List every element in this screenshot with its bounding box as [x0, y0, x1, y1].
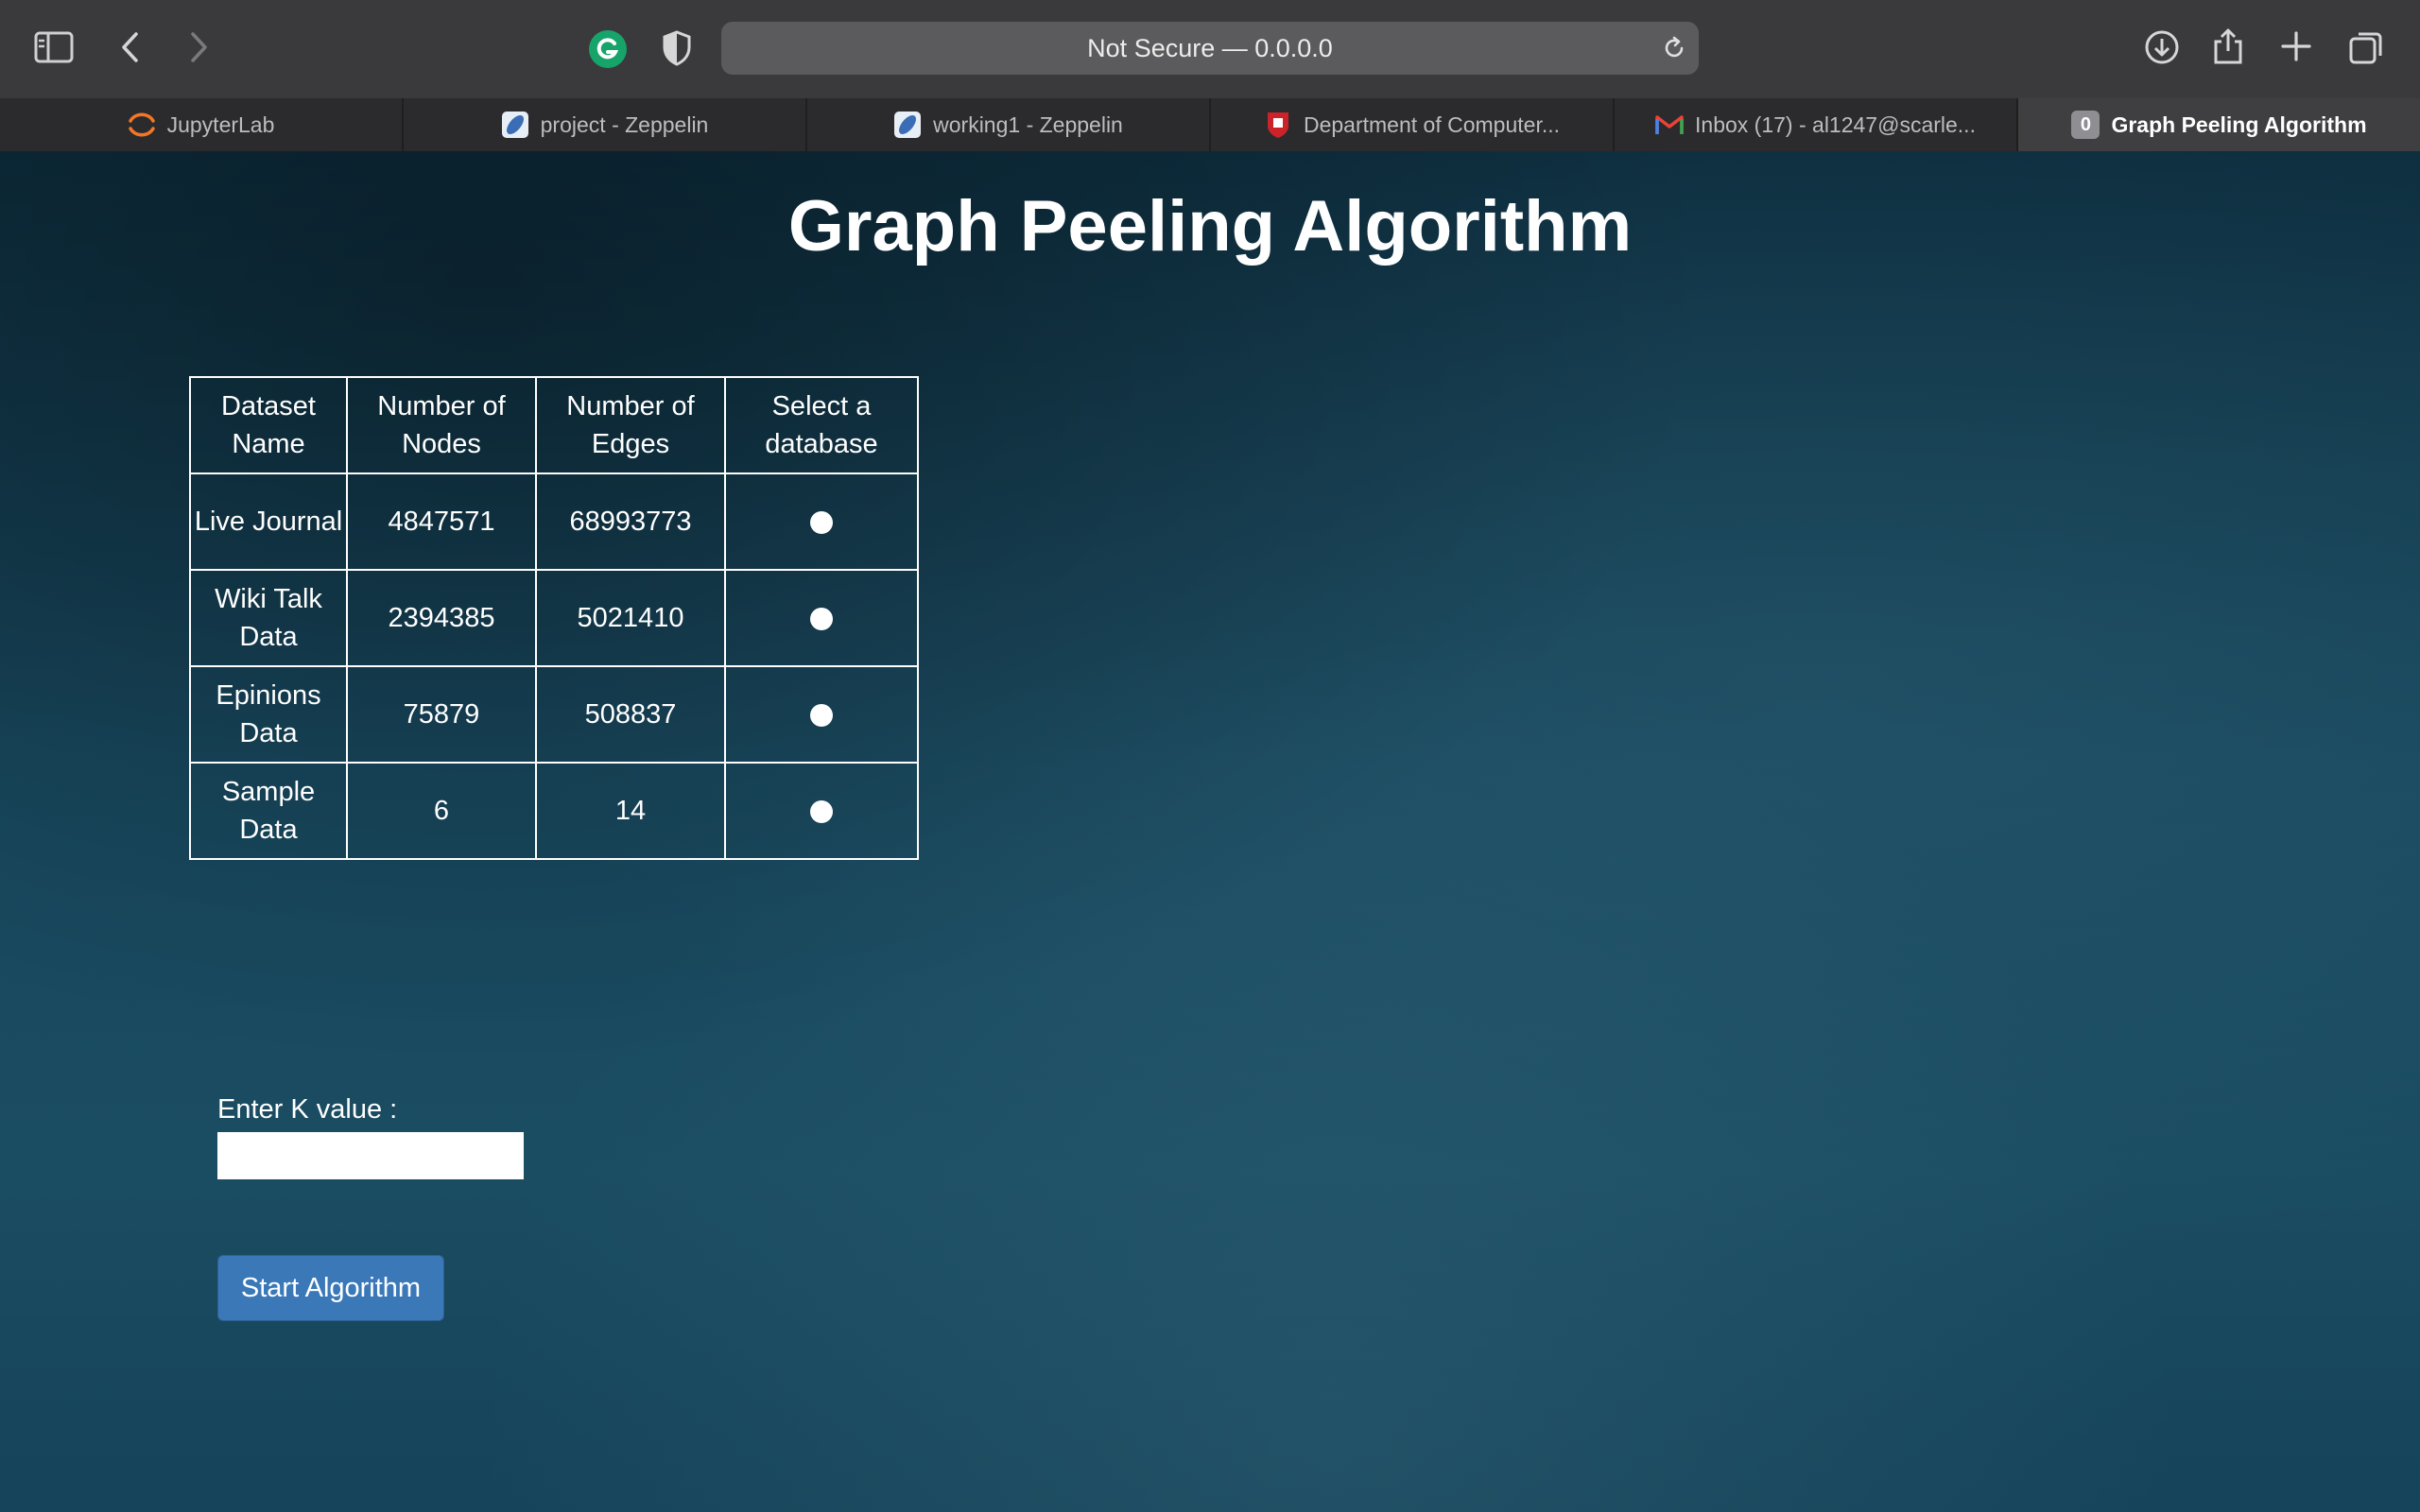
tab-label: working1 - Zeppelin	[933, 112, 1123, 137]
tab-label: project - Zeppelin	[540, 112, 709, 137]
column-header: Dataset Name	[189, 376, 348, 474]
tab-bar: JupyterLab project - Zeppelin working1 -…	[0, 98, 2420, 152]
edges-cell: 68993773	[535, 472, 726, 571]
tab-graph-peeling[interactable]: 0 Graph Peeling Algorithm	[2018, 98, 2420, 151]
back-icon[interactable]	[119, 30, 142, 64]
nodes-cell: 75879	[346, 665, 537, 764]
dataset-radio[interactable]	[810, 704, 833, 728]
tab-label: JupyterLab	[166, 112, 275, 137]
new-tab-icon[interactable]	[2280, 30, 2312, 62]
gmail-icon	[1655, 111, 1684, 139]
tab-overview-icon[interactable]	[2348, 28, 2386, 66]
tab-label: Graph Peeling Algorithm	[2111, 112, 2367, 137]
table-row: Sample Data 6 14	[189, 762, 919, 860]
edges-cell: 5021410	[535, 569, 726, 667]
table-row: Wiki Talk Data 2394385 5021410	[189, 569, 919, 667]
tab-working1-zeppelin[interactable]: working1 - Zeppelin	[807, 98, 1211, 151]
dataset-radio[interactable]	[810, 608, 833, 631]
select-cell	[724, 665, 919, 764]
column-header: Number of Nodes	[346, 376, 537, 474]
dataset-name-cell: Sample Data	[189, 762, 348, 860]
tab-project-zeppelin[interactable]: project - Zeppelin	[404, 98, 807, 151]
nodes-cell: 4847571	[346, 472, 537, 571]
nodes-cell: 2394385	[346, 569, 537, 667]
address-bar[interactable]: Not Secure — 0.0.0.0	[721, 22, 1699, 75]
edges-cell: 14	[535, 762, 726, 860]
column-header: Number of Edges	[535, 376, 726, 474]
address-text: Not Secure — 0.0.0.0	[1087, 33, 1333, 62]
tab-label: Department of Computer...	[1303, 112, 1560, 137]
edges-cell: 508837	[535, 665, 726, 764]
forward-icon[interactable]	[187, 30, 210, 64]
tab-label: Inbox (17) - al1247@scarle...	[1695, 112, 1976, 137]
tab-gmail-inbox[interactable]: Inbox (17) - al1247@scarle...	[1615, 98, 2018, 151]
privacy-shield-icon[interactable]	[662, 30, 692, 66]
k-value-input[interactable]	[217, 1132, 524, 1179]
browser-toolbar: Not Secure — 0.0.0.0	[0, 0, 2420, 99]
dataset-radio[interactable]	[810, 800, 833, 824]
dataset-name-cell: Live Journal	[189, 472, 348, 571]
jupyter-icon	[128, 111, 156, 139]
start-algorithm-button[interactable]: Start Algorithm	[217, 1255, 444, 1321]
tab-jupyterlab[interactable]: JupyterLab	[0, 98, 404, 151]
zeppelin-icon	[893, 111, 922, 139]
table-header-row: Dataset Name Number of Nodes Number of E…	[189, 376, 919, 474]
grammarly-icon[interactable]	[588, 29, 628, 69]
dataset-name-cell: Wiki Talk Data	[189, 569, 348, 667]
table-row: Live Journal 4847571 68993773	[189, 472, 919, 571]
tab-department[interactable]: Department of Computer...	[1211, 98, 1615, 151]
dataset-name-cell: Epinions Data	[189, 665, 348, 764]
page-content: Graph Peeling Algorithm Dataset Name Num…	[0, 151, 2420, 1512]
badge-icon: 0	[2071, 111, 2100, 139]
k-value-label: Enter K value :	[217, 1094, 398, 1125]
zeppelin-icon	[501, 111, 529, 139]
shield-crest-icon	[1264, 111, 1292, 139]
share-icon[interactable]	[2212, 26, 2244, 66]
page-title: Graph Peeling Algorithm	[787, 186, 1633, 266]
select-cell	[724, 762, 919, 860]
select-cell	[724, 569, 919, 667]
dataset-radio[interactable]	[810, 511, 833, 535]
downloads-icon[interactable]	[2144, 29, 2180, 65]
nodes-cell: 6	[346, 762, 537, 860]
reload-icon[interactable]	[1661, 35, 1687, 68]
table-row: Epinions Data 75879 508837	[189, 665, 919, 764]
select-cell	[724, 472, 919, 571]
dataset-table: Dataset Name Number of Nodes Number of E…	[189, 376, 919, 860]
sidebar-toggle-icon[interactable]	[34, 30, 74, 64]
column-header: Select a database	[724, 376, 919, 474]
